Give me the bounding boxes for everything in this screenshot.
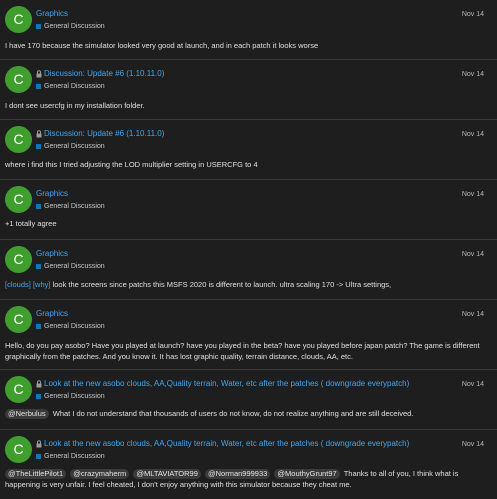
post-item: C Look at the new asobo clouds, AA,Quali…	[0, 370, 497, 430]
lock-icon	[36, 379, 42, 388]
topic-link[interactable]: Graphics	[36, 309, 68, 318]
lock-icon	[36, 69, 42, 78]
topic-link[interactable]: Graphics	[36, 249, 68, 258]
category-square-icon	[36, 323, 41, 329]
user-avatar[interactable]: C	[5, 66, 32, 93]
user-avatar[interactable]: C	[5, 436, 32, 463]
tag-link[interactable]: [clouds]	[5, 280, 31, 289]
category-square-icon	[36, 393, 41, 399]
category-square-icon	[36, 203, 41, 209]
user-mention[interactable]: @Norman999933	[205, 469, 271, 479]
category-badge[interactable]: General Discussion	[36, 451, 105, 461]
post-date[interactable]: Nov 14	[462, 441, 484, 448]
post-excerpt: [clouds] [why] look the screens since pa…	[5, 279, 489, 290]
category-square-icon	[36, 453, 41, 459]
excerpt-text: look the screens since patchs this MSFS …	[52, 280, 392, 289]
user-mention[interactable]: @crazymaherm	[70, 469, 130, 479]
post-date[interactable]: Nov 14	[462, 191, 484, 198]
lock-icon	[36, 439, 42, 448]
post-item: C Graphics General Discussion Nov 14 I h…	[0, 0, 497, 60]
post-item: C Graphics General Discussion Nov 14 Hel…	[0, 300, 497, 370]
post-item: C Discussion: Update #6 (1.10.11.0) Gene…	[0, 120, 497, 180]
tag-link[interactable]: [why]	[33, 280, 51, 289]
lock-icon	[36, 129, 42, 138]
post-excerpt: where i find this I tried adjusting the …	[5, 160, 258, 169]
topic-link[interactable]: Look at the new asobo clouds, AA,Quality…	[44, 379, 409, 388]
category-badge[interactable]: General Discussion	[36, 261, 105, 271]
post-date[interactable]: Nov 14	[462, 131, 484, 138]
category-label: General Discussion	[44, 82, 105, 90]
topic-link[interactable]: Discussion: Update #6 (1.10.11.0)	[44, 69, 164, 78]
category-label: General Discussion	[44, 202, 105, 210]
category-badge[interactable]: General Discussion	[36, 81, 105, 91]
category-square-icon	[36, 83, 41, 89]
category-label: General Discussion	[44, 262, 105, 270]
post-excerpt: Hello, do you pay asobo? Have you played…	[5, 341, 480, 361]
topic-link[interactable]: Graphics	[36, 9, 68, 18]
category-square-icon	[36, 143, 41, 149]
post-date[interactable]: Nov 14	[462, 71, 484, 78]
user-mention[interactable]: @Nerbulus	[5, 409, 49, 419]
post-item: C Look at the new asobo clouds, AA,Quali…	[0, 430, 497, 499]
user-avatar[interactable]: C	[5, 376, 32, 403]
post-excerpt: @TheLittlePilot1 @crazymaherm @MLTAVIATO…	[5, 468, 489, 490]
user-mention[interactable]: @MouthyGrunt97	[274, 469, 340, 479]
user-avatar[interactable]: C	[5, 126, 32, 153]
user-mention[interactable]: @TheLittlePilot1	[5, 469, 67, 479]
category-square-icon	[36, 263, 41, 269]
activity-feed: C Graphics General Discussion Nov 14 I h…	[0, 0, 497, 499]
category-badge[interactable]: General Discussion	[36, 201, 105, 211]
post-excerpt: I have 170 because the simulator looked …	[5, 41, 319, 50]
post-item: C Graphics General Discussion Nov 14 [cl…	[0, 240, 497, 300]
post-item: C Discussion: Update #6 (1.10.11.0) Gene…	[0, 60, 497, 120]
post-date[interactable]: Nov 14	[462, 381, 484, 388]
category-label: General Discussion	[44, 142, 105, 150]
post-date[interactable]: Nov 14	[462, 311, 484, 318]
user-avatar[interactable]: C	[5, 246, 32, 273]
category-badge[interactable]: General Discussion	[36, 391, 105, 401]
topic-link[interactable]: Discussion: Update #6 (1.10.11.0)	[44, 129, 164, 138]
category-label: General Discussion	[44, 22, 105, 30]
post-excerpt: @Nerbulus What I do not understand that …	[5, 408, 489, 419]
topic-link[interactable]: Look at the new asobo clouds, AA,Quality…	[44, 439, 409, 448]
category-badge[interactable]: General Discussion	[36, 21, 105, 31]
user-avatar[interactable]: C	[5, 186, 32, 213]
category-badge[interactable]: General Discussion	[36, 321, 105, 331]
post-item: C Graphics General Discussion Nov 14 +1 …	[0, 180, 497, 240]
user-mention[interactable]: @MLTAVIATOR99	[133, 469, 201, 479]
category-label: General Discussion	[44, 392, 105, 400]
user-avatar[interactable]: C	[5, 6, 32, 33]
post-date[interactable]: Nov 14	[462, 11, 484, 18]
post-excerpt: +1 totally agree	[5, 219, 57, 228]
post-excerpt: I dont see usercfg in my installation fo…	[5, 101, 145, 110]
category-label: General Discussion	[44, 452, 105, 460]
post-date[interactable]: Nov 14	[462, 251, 484, 258]
category-badge[interactable]: General Discussion	[36, 141, 105, 151]
user-avatar[interactable]: C	[5, 306, 32, 333]
category-label: General Discussion	[44, 322, 105, 330]
excerpt-text: What I do not understand that thousands …	[52, 409, 414, 418]
topic-link[interactable]: Graphics	[36, 189, 68, 198]
category-square-icon	[36, 23, 41, 29]
